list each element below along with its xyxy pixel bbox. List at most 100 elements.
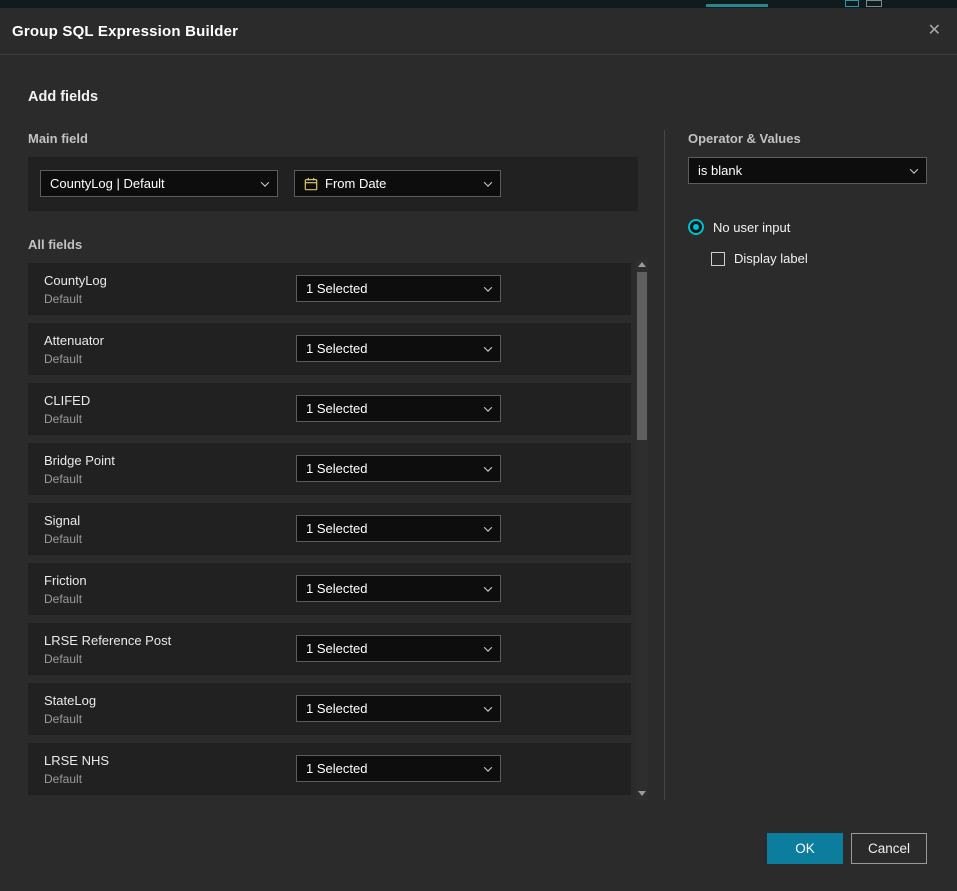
- field-row: CLIFED Default 1 Selected: [28, 383, 631, 435]
- field-name: Friction: [44, 573, 87, 588]
- chevron-down-icon: [484, 763, 492, 771]
- field-subtitle: Default: [44, 532, 82, 546]
- main-field-field-dropdown[interactable]: From Date: [294, 170, 501, 197]
- radio-selected-icon[interactable]: [688, 219, 704, 235]
- chevron-down-icon: [484, 463, 492, 471]
- add-fields-heading: Add fields: [28, 89, 98, 105]
- dropdown-value: 1 Selected: [306, 401, 367, 416]
- field-subtitle: Default: [44, 292, 107, 306]
- all-fields-label: All fields: [28, 237, 82, 252]
- field-texts: LRSE Reference Post Default: [44, 633, 171, 666]
- close-icon[interactable]: ✕: [928, 23, 941, 39]
- scroll-down-icon[interactable]: [638, 791, 646, 796]
- calendar-date-icon: [304, 177, 318, 191]
- chevron-down-icon: [484, 583, 492, 591]
- main-field-panel: CountyLog | Default From Date: [28, 157, 638, 211]
- chevron-down-icon: [484, 523, 492, 531]
- field-texts: Signal Default: [44, 513, 82, 546]
- field-selection-dropdown[interactable]: 1 Selected: [296, 395, 501, 422]
- chevron-down-icon: [484, 343, 492, 351]
- field-subtitle: Default: [44, 652, 171, 666]
- dropdown-value: CountyLog | Default: [50, 176, 165, 191]
- field-subtitle: Default: [44, 772, 109, 786]
- chevron-down-icon: [484, 283, 492, 291]
- dropdown-value: From Date: [325, 176, 386, 191]
- main-field-label: Main field: [28, 131, 88, 146]
- all-fields-scrollbar[interactable]: [636, 258, 648, 800]
- dropdown-value: 1 Selected: [306, 341, 367, 356]
- field-texts: CountyLog Default: [44, 273, 107, 306]
- field-subtitle: Default: [44, 412, 90, 426]
- field-name: StateLog: [44, 693, 96, 708]
- scrollbar-thumb[interactable]: [637, 272, 647, 440]
- operator-dropdown[interactable]: is blank: [688, 157, 927, 184]
- dropdown-value: 1 Selected: [306, 641, 367, 656]
- no-user-input-label: No user input: [713, 220, 790, 235]
- field-texts: StateLog Default: [44, 693, 96, 726]
- background-app-fragment: [845, 0, 859, 7]
- dropdown-value: 1 Selected: [306, 461, 367, 476]
- screen: Group SQL Expression Builder ✕ Add field…: [0, 0, 957, 891]
- no-user-input-option[interactable]: No user input: [688, 219, 790, 235]
- dialog-title: Group SQL Expression Builder: [12, 23, 238, 40]
- display-label-option[interactable]: Display label: [711, 251, 808, 266]
- ok-button[interactable]: OK: [767, 833, 843, 864]
- field-selection-dropdown[interactable]: 1 Selected: [296, 575, 501, 602]
- group-sql-expression-builder-dialog: Group SQL Expression Builder ✕ Add field…: [0, 8, 957, 891]
- chevron-down-icon: [484, 643, 492, 651]
- chevron-down-icon: [484, 178, 492, 186]
- field-selection-dropdown[interactable]: 1 Selected: [296, 515, 501, 542]
- field-row: Attenuator Default 1 Selected: [28, 323, 631, 375]
- field-row: LRSE NHS Default 1 Selected: [28, 743, 631, 795]
- field-name: LRSE Reference Post: [44, 633, 171, 648]
- chevron-down-icon: [484, 403, 492, 411]
- display-label-text: Display label: [734, 251, 808, 266]
- dropdown-value: 1 Selected: [306, 581, 367, 596]
- field-selection-dropdown[interactable]: 1 Selected: [296, 635, 501, 662]
- scroll-up-icon[interactable]: [638, 262, 646, 267]
- dropdown-value: 1 Selected: [306, 281, 367, 296]
- field-selection-dropdown[interactable]: 1 Selected: [296, 695, 501, 722]
- field-subtitle: Default: [44, 592, 87, 606]
- background-app-fragment: [866, 0, 882, 7]
- panel-divider: [664, 130, 665, 800]
- field-name: Signal: [44, 513, 82, 528]
- field-texts: Attenuator Default: [44, 333, 104, 366]
- dialog-header: Group SQL Expression Builder ✕: [0, 8, 957, 55]
- operator-values-label: Operator & Values: [688, 131, 801, 146]
- field-name: Bridge Point: [44, 453, 115, 468]
- dropdown-value: 1 Selected: [306, 761, 367, 776]
- field-selection-dropdown[interactable]: 1 Selected: [296, 275, 501, 302]
- checkbox-unchecked-icon[interactable]: [711, 252, 725, 266]
- background-app-strip: [0, 0, 957, 8]
- field-texts: LRSE NHS Default: [44, 753, 109, 786]
- field-row: Bridge Point Default 1 Selected: [28, 443, 631, 495]
- field-row: LRSE Reference Post Default 1 Selected: [28, 623, 631, 675]
- chevron-down-icon: [910, 165, 918, 173]
- field-texts: Friction Default: [44, 573, 87, 606]
- main-field-layer-dropdown[interactable]: CountyLog | Default: [40, 170, 278, 197]
- field-selection-dropdown[interactable]: 1 Selected: [296, 755, 501, 782]
- field-row: StateLog Default 1 Selected: [28, 683, 631, 735]
- field-selection-dropdown[interactable]: 1 Selected: [296, 335, 501, 362]
- field-row: CountyLog Default 1 Selected: [28, 263, 631, 315]
- dropdown-value: is blank: [698, 163, 742, 178]
- field-subtitle: Default: [44, 352, 104, 366]
- all-fields-list: CountyLog Default 1 Selected Attenuator …: [28, 263, 631, 795]
- field-name: LRSE NHS: [44, 753, 109, 768]
- dropdown-value: 1 Selected: [306, 521, 367, 536]
- field-name: CountyLog: [44, 273, 107, 288]
- field-name: Attenuator: [44, 333, 104, 348]
- chevron-down-icon: [261, 178, 269, 186]
- cancel-button[interactable]: Cancel: [851, 833, 927, 864]
- field-subtitle: Default: [44, 472, 115, 486]
- field-row: Signal Default 1 Selected: [28, 503, 631, 555]
- background-app-fragment: [706, 0, 768, 7]
- field-name: CLIFED: [44, 393, 90, 408]
- field-texts: CLIFED Default: [44, 393, 90, 426]
- dropdown-value: 1 Selected: [306, 701, 367, 716]
- field-subtitle: Default: [44, 712, 96, 726]
- field-row: Friction Default 1 Selected: [28, 563, 631, 615]
- field-selection-dropdown[interactable]: 1 Selected: [296, 455, 501, 482]
- chevron-down-icon: [484, 703, 492, 711]
